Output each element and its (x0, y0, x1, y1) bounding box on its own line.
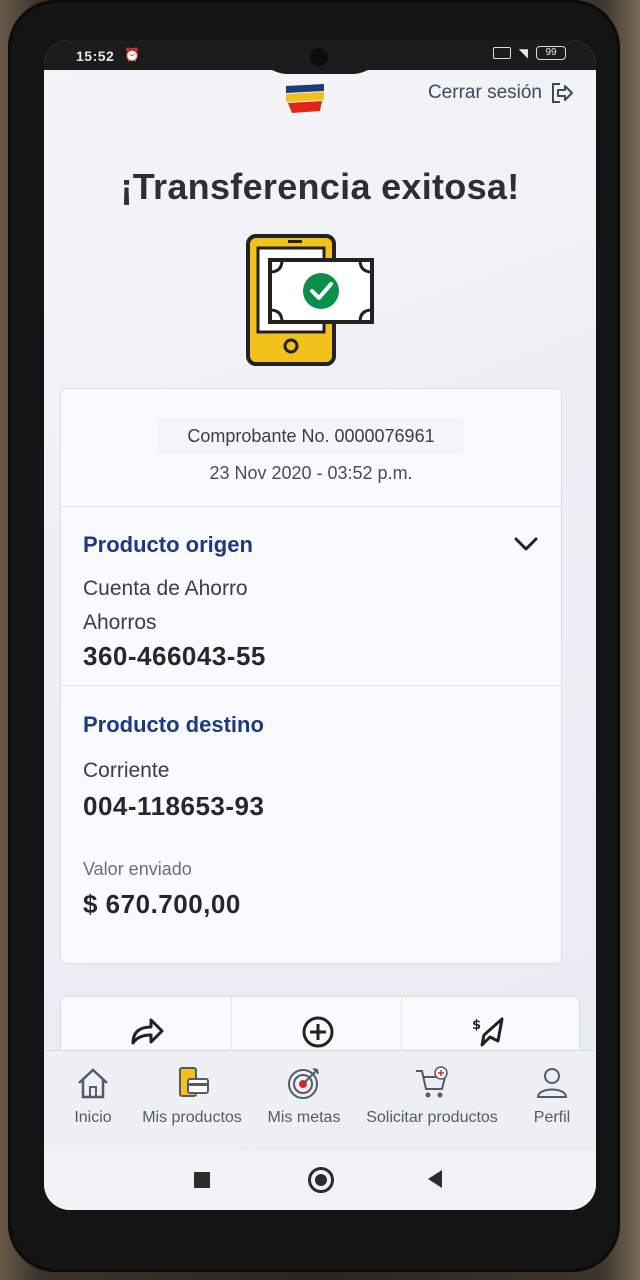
user-icon (536, 1068, 568, 1098)
phone-frame: 15:52 ⏰ ◥ 99 Cerrar sesión ¡Transferenci… (8, 0, 620, 1272)
svg-text:$: $ (472, 1018, 481, 1033)
nav-label-perfil: Perfil (533, 1109, 571, 1126)
home-button[interactable] (308, 1167, 334, 1193)
nav-item-perfil[interactable]: Perfil (520, 1065, 584, 1127)
back-button[interactable] (428, 1170, 442, 1188)
origin-title: Producto origen (83, 532, 253, 557)
products-icon (179, 1067, 209, 1097)
origin-type: Cuenta de Ahorro (83, 577, 248, 600)
nav-label-inicio: Inicio (74, 1109, 112, 1126)
recents-button[interactable] (194, 1172, 210, 1188)
amount-label: Valor enviado (83, 859, 192, 879)
logout-arrow-icon (552, 83, 573, 103)
phone-money-check-icon (246, 234, 374, 366)
add-circle-icon (302, 1016, 334, 1048)
system-nav-bar (44, 1150, 596, 1210)
nav-item-solicitar-productos[interactable]: Solicitar productos (358, 1065, 506, 1127)
section-divider (61, 685, 561, 686)
receipt-card: Comprobante No. 0000076961 23 Nov 2020 -… (60, 388, 562, 964)
nav-label-mis-metas: Mis metas (267, 1109, 341, 1126)
destination-type: Corriente (83, 759, 170, 782)
receipt-header: Comprobante No. 0000076961 23 Nov 2020 -… (61, 389, 561, 507)
nav-label-solicitar-productos: Solicitar productos (366, 1109, 498, 1126)
alarm-icon: ⏰ (124, 47, 141, 62)
status-icons: ◥ 99 (492, 46, 566, 60)
wifi-icon: ◥ (518, 46, 528, 60)
origin-account: 360-466043-55 (83, 641, 266, 671)
receipt-date: 23 Nov 2020 - 03:52 p.m. (209, 463, 413, 483)
nav-item-mis-productos[interactable]: Mis productos (136, 1065, 248, 1127)
battery-icon: 99 (536, 46, 566, 60)
receipt-number: Comprobante No. 0000076961 (159, 419, 463, 453)
nav-label-mis-productos: Mis productos (142, 1109, 242, 1126)
bottom-nav: Inicio Mis productos Mis metas Solicitar… (44, 1050, 596, 1150)
sim-icon (492, 47, 511, 59)
logout-button[interactable]: Cerrar sesión (428, 82, 574, 104)
share-arrow-icon (131, 1018, 164, 1045)
camera-notch (254, 40, 386, 74)
cart-add-icon (416, 1066, 448, 1098)
amount-value: $ 670.700,00 (83, 889, 241, 919)
destination-account: 004-118653-93 (83, 791, 265, 821)
home-icon (78, 1068, 108, 1099)
destination-title: Producto destino (83, 712, 264, 737)
app-screen: 15:52 ⏰ ◥ 99 Cerrar sesión ¡Transferenci… (44, 40, 596, 1210)
nav-item-inicio[interactable]: Inicio (58, 1065, 128, 1127)
origin-subtype: Ahorros (83, 611, 157, 634)
target-icon (288, 1068, 319, 1099)
send-money-icon: $ (472, 1017, 504, 1047)
logout-label: Cerrar sesión (427, 82, 542, 103)
nav-item-mis-metas[interactable]: Mis metas (262, 1065, 346, 1127)
page-title: ¡Transferencia exitosa! (120, 166, 520, 207)
bank-flag-logo (286, 84, 324, 113)
chevron-down-icon[interactable] (513, 535, 539, 553)
status-time: 15:52 (76, 48, 115, 64)
